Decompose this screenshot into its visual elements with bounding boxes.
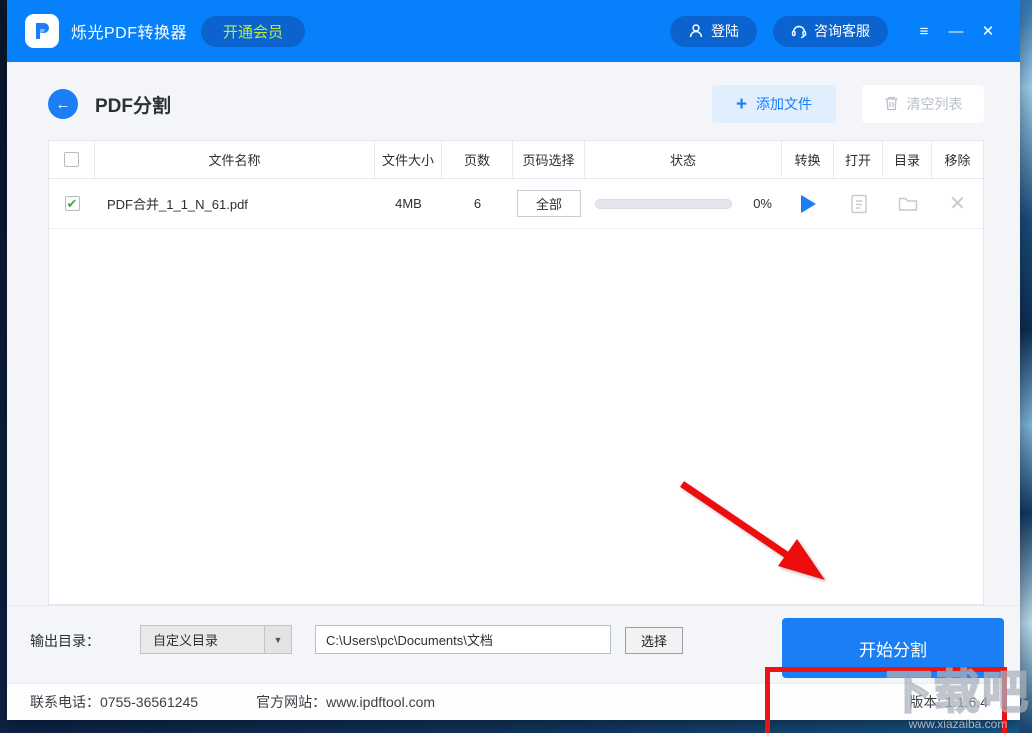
row-checkbox[interactable]: ✔ [64, 196, 80, 211]
user-icon [688, 23, 704, 39]
output-dir-label: 输出目录： [30, 633, 100, 649]
row-status-cell: 0% [585, 196, 782, 211]
row-checkbox-cell: ✔ [49, 196, 95, 211]
app-logo-icon [25, 14, 59, 48]
add-files-label: 添加文件 [756, 96, 813, 112]
row-directory-cell [883, 193, 932, 215]
page-title: PDF分割 [95, 96, 172, 117]
col-convert: 转换 [782, 141, 834, 178]
table-empty-area [49, 229, 983, 604]
row-page-select-cell: 全部 [513, 190, 585, 217]
version-label: 版本: 1.1.6.4 [909, 694, 988, 710]
row-file-name: PDF合并_1_1_N_61.pdf [107, 197, 248, 212]
choose-dir-button[interactable]: 选择 [625, 627, 683, 654]
customer-service-button[interactable]: 咨询客服 [773, 15, 888, 47]
folder-icon[interactable] [897, 193, 919, 215]
remove-icon[interactable]: ✕ [947, 193, 969, 215]
col-page-count: 页数 [442, 141, 513, 178]
page-header: ← PDF分割 + 添加文件 清空列表 [7, 62, 1020, 140]
official-website: 官方网站：www.ipdftool.com [256, 694, 436, 710]
output-path-input[interactable] [315, 625, 611, 654]
row-file-size: 4MB [395, 196, 422, 211]
file-table: 文件名称 文件大小 页数 页码选择 状态 转换 打开 目录 移除 ✔ PDF合并… [48, 140, 984, 605]
trash-icon [884, 95, 899, 114]
output-dir-dropdown[interactable]: 自定义目录 ▼ [140, 625, 292, 654]
login-label: 登陆 [711, 23, 739, 39]
app-window: 烁光PDF转换器 开通会员 登陆 咨询客服 ≡ — ✕ ← PDF分割 + 添加… [7, 0, 1020, 720]
clear-list-label: 清空列表 [906, 96, 963, 112]
row-page-count: 6 [473, 196, 482, 211]
progress-bar [595, 198, 732, 209]
select-all-cell [49, 141, 95, 178]
vip-button[interactable]: 开通会员 [201, 15, 306, 47]
chevron-down-icon: ▼ [264, 626, 291, 653]
page-select-button[interactable]: 全部 [517, 190, 581, 217]
menu-icon[interactable]: ≡ [910, 17, 938, 45]
output-bar: 输出目录： 自定义目录 ▼ 选择 开始分割 [7, 605, 1020, 683]
row-remove-cell: ✕ [932, 193, 983, 215]
add-files-button[interactable]: + 添加文件 [712, 85, 836, 123]
col-status: 状态 [585, 141, 782, 178]
desktop-background [1019, 0, 1032, 733]
col-page-select: 页码选择 [513, 141, 585, 178]
window-controls: ≡ — ✕ [910, 17, 1002, 45]
start-split-button[interactable]: 开始分割 [782, 618, 1004, 678]
close-icon[interactable]: ✕ [974, 17, 1002, 45]
select-all-checkbox[interactable] [64, 152, 79, 167]
col-file-name: 文件名称 [95, 141, 375, 178]
progress-percent: 0% [753, 196, 772, 211]
col-open: 打开 [834, 141, 883, 178]
table-header-row: 文件名称 文件大小 页数 页码选择 状态 转换 打开 目录 移除 [49, 141, 983, 179]
row-convert-cell [782, 193, 834, 215]
output-dir-selected: 自定义目录 [153, 633, 219, 648]
back-button[interactable]: ← [48, 89, 78, 119]
table-row: ✔ PDF合并_1_1_N_61.pdf 4MB 6 全部 0% ✕ [49, 179, 983, 229]
titlebar: 烁光PDF转换器 开通会员 登陆 咨询客服 ≡ — ✕ [7, 0, 1020, 62]
open-file-icon[interactable] [848, 193, 870, 215]
status-footer: 联系电话：0755-36561245 官方网站：www.ipdftool.com… [7, 683, 1020, 720]
contact-phone: 联系电话：0755-36561245 [30, 694, 199, 710]
col-directory: 目录 [883, 141, 932, 178]
col-remove: 移除 [944, 153, 971, 168]
headset-icon [791, 23, 807, 39]
plus-icon: + [735, 93, 748, 115]
col-file-size: 文件大小 [375, 141, 442, 178]
row-open-cell [834, 193, 883, 215]
login-button[interactable]: 登陆 [670, 15, 757, 47]
app-title: 烁光PDF转换器 [71, 25, 188, 42]
clear-list-button[interactable]: 清空列表 [862, 85, 984, 123]
customer-service-label: 咨询客服 [814, 23, 870, 39]
minimize-icon[interactable]: — [942, 17, 970, 45]
convert-play-icon[interactable] [797, 193, 819, 215]
